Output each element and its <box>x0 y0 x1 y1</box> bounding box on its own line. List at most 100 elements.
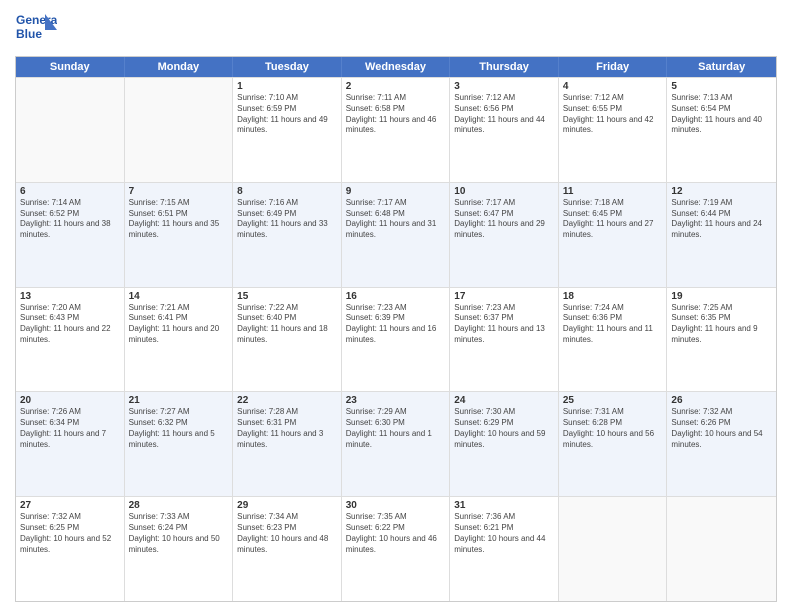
day-number: 3 <box>454 81 554 92</box>
day-number: 18 <box>563 291 663 302</box>
header-day-wednesday: Wednesday <box>342 57 451 77</box>
day-number: 23 <box>346 395 446 406</box>
day-cell-18: 18Sunrise: 7:24 AMSunset: 6:36 PMDayligh… <box>559 288 668 392</box>
cell-info: Sunrise: 7:24 AMSunset: 6:36 PMDaylight:… <box>563 303 663 346</box>
day-cell-9: 9Sunrise: 7:17 AMSunset: 6:48 PMDaylight… <box>342 183 451 287</box>
day-cell-29: 29Sunrise: 7:34 AMSunset: 6:23 PMDayligh… <box>233 497 342 601</box>
calendar-row-3: 20Sunrise: 7:26 AMSunset: 6:34 PMDayligh… <box>16 391 776 496</box>
day-cell-12: 12Sunrise: 7:19 AMSunset: 6:44 PMDayligh… <box>667 183 776 287</box>
calendar-header: SundayMondayTuesdayWednesdayThursdayFrid… <box>16 57 776 77</box>
cell-info: Sunrise: 7:10 AMSunset: 6:59 PMDaylight:… <box>237 93 337 136</box>
day-cell-23: 23Sunrise: 7:29 AMSunset: 6:30 PMDayligh… <box>342 392 451 496</box>
day-number: 31 <box>454 500 554 511</box>
cell-info: Sunrise: 7:25 AMSunset: 6:35 PMDaylight:… <box>671 303 772 346</box>
day-number: 6 <box>20 186 120 197</box>
empty-cell-r0-c0 <box>16 78 125 182</box>
cell-info: Sunrise: 7:34 AMSunset: 6:23 PMDaylight:… <box>237 512 337 555</box>
day-cell-13: 13Sunrise: 7:20 AMSunset: 6:43 PMDayligh… <box>16 288 125 392</box>
day-number: 21 <box>129 395 229 406</box>
cell-info: Sunrise: 7:35 AMSunset: 6:22 PMDaylight:… <box>346 512 446 555</box>
day-cell-8: 8Sunrise: 7:16 AMSunset: 6:49 PMDaylight… <box>233 183 342 287</box>
cell-info: Sunrise: 7:16 AMSunset: 6:49 PMDaylight:… <box>237 198 337 241</box>
cell-info: Sunrise: 7:14 AMSunset: 6:52 PMDaylight:… <box>20 198 120 241</box>
empty-cell-r0-c1 <box>125 78 234 182</box>
header-day-saturday: Saturday <box>667 57 776 77</box>
header-day-friday: Friday <box>559 57 668 77</box>
calendar-row-1: 6Sunrise: 7:14 AMSunset: 6:52 PMDaylight… <box>16 182 776 287</box>
cell-info: Sunrise: 7:26 AMSunset: 6:34 PMDaylight:… <box>20 407 120 450</box>
cell-info: Sunrise: 7:21 AMSunset: 6:41 PMDaylight:… <box>129 303 229 346</box>
calendar-row-2: 13Sunrise: 7:20 AMSunset: 6:43 PMDayligh… <box>16 287 776 392</box>
cell-info: Sunrise: 7:17 AMSunset: 6:47 PMDaylight:… <box>454 198 554 241</box>
day-number: 16 <box>346 291 446 302</box>
day-cell-7: 7Sunrise: 7:15 AMSunset: 6:51 PMDaylight… <box>125 183 234 287</box>
day-cell-6: 6Sunrise: 7:14 AMSunset: 6:52 PMDaylight… <box>16 183 125 287</box>
calendar-row-4: 27Sunrise: 7:32 AMSunset: 6:25 PMDayligh… <box>16 496 776 601</box>
day-number: 10 <box>454 186 554 197</box>
day-cell-14: 14Sunrise: 7:21 AMSunset: 6:41 PMDayligh… <box>125 288 234 392</box>
day-number: 11 <box>563 186 663 197</box>
day-cell-30: 30Sunrise: 7:35 AMSunset: 6:22 PMDayligh… <box>342 497 451 601</box>
day-cell-26: 26Sunrise: 7:32 AMSunset: 6:26 PMDayligh… <box>667 392 776 496</box>
day-number: 17 <box>454 291 554 302</box>
day-number: 1 <box>237 81 337 92</box>
empty-cell-r4-c5 <box>559 497 668 601</box>
day-number: 13 <box>20 291 120 302</box>
calendar-row-0: 1Sunrise: 7:10 AMSunset: 6:59 PMDaylight… <box>16 77 776 182</box>
cell-info: Sunrise: 7:23 AMSunset: 6:37 PMDaylight:… <box>454 303 554 346</box>
header-day-tuesday: Tuesday <box>233 57 342 77</box>
day-cell-17: 17Sunrise: 7:23 AMSunset: 6:37 PMDayligh… <box>450 288 559 392</box>
day-cell-5: 5Sunrise: 7:13 AMSunset: 6:54 PMDaylight… <box>667 78 776 182</box>
day-number: 9 <box>346 186 446 197</box>
cell-info: Sunrise: 7:19 AMSunset: 6:44 PMDaylight:… <box>671 198 772 241</box>
day-cell-24: 24Sunrise: 7:30 AMSunset: 6:29 PMDayligh… <box>450 392 559 496</box>
cell-info: Sunrise: 7:30 AMSunset: 6:29 PMDaylight:… <box>454 407 554 450</box>
day-number: 15 <box>237 291 337 302</box>
day-number: 12 <box>671 186 772 197</box>
day-cell-4: 4Sunrise: 7:12 AMSunset: 6:55 PMDaylight… <box>559 78 668 182</box>
day-number: 2 <box>346 81 446 92</box>
header-day-thursday: Thursday <box>450 57 559 77</box>
day-number: 28 <box>129 500 229 511</box>
day-cell-27: 27Sunrise: 7:32 AMSunset: 6:25 PMDayligh… <box>16 497 125 601</box>
day-cell-11: 11Sunrise: 7:18 AMSunset: 6:45 PMDayligh… <box>559 183 668 287</box>
day-number: 4 <box>563 81 663 92</box>
day-number: 29 <box>237 500 337 511</box>
cell-info: Sunrise: 7:29 AMSunset: 6:30 PMDaylight:… <box>346 407 446 450</box>
day-cell-2: 2Sunrise: 7:11 AMSunset: 6:58 PMDaylight… <box>342 78 451 182</box>
day-number: 7 <box>129 186 229 197</box>
day-number: 30 <box>346 500 446 511</box>
day-cell-1: 1Sunrise: 7:10 AMSunset: 6:59 PMDaylight… <box>233 78 342 182</box>
cell-info: Sunrise: 7:15 AMSunset: 6:51 PMDaylight:… <box>129 198 229 241</box>
day-cell-25: 25Sunrise: 7:31 AMSunset: 6:28 PMDayligh… <box>559 392 668 496</box>
cell-info: Sunrise: 7:31 AMSunset: 6:28 PMDaylight:… <box>563 407 663 450</box>
cell-info: Sunrise: 7:28 AMSunset: 6:31 PMDaylight:… <box>237 407 337 450</box>
header: General Blue <box>15 10 777 48</box>
header-day-monday: Monday <box>125 57 234 77</box>
cell-info: Sunrise: 7:20 AMSunset: 6:43 PMDaylight:… <box>20 303 120 346</box>
cell-info: Sunrise: 7:23 AMSunset: 6:39 PMDaylight:… <box>346 303 446 346</box>
cell-info: Sunrise: 7:11 AMSunset: 6:58 PMDaylight:… <box>346 93 446 136</box>
day-number: 26 <box>671 395 772 406</box>
day-cell-16: 16Sunrise: 7:23 AMSunset: 6:39 PMDayligh… <box>342 288 451 392</box>
svg-text:Blue: Blue <box>16 27 42 41</box>
day-cell-3: 3Sunrise: 7:12 AMSunset: 6:56 PMDaylight… <box>450 78 559 182</box>
day-number: 27 <box>20 500 120 511</box>
day-cell-10: 10Sunrise: 7:17 AMSunset: 6:47 PMDayligh… <box>450 183 559 287</box>
cell-info: Sunrise: 7:17 AMSunset: 6:48 PMDaylight:… <box>346 198 446 241</box>
cell-info: Sunrise: 7:32 AMSunset: 6:25 PMDaylight:… <box>20 512 120 555</box>
day-number: 24 <box>454 395 554 406</box>
day-cell-28: 28Sunrise: 7:33 AMSunset: 6:24 PMDayligh… <box>125 497 234 601</box>
cell-info: Sunrise: 7:13 AMSunset: 6:54 PMDaylight:… <box>671 93 772 136</box>
cell-info: Sunrise: 7:22 AMSunset: 6:40 PMDaylight:… <box>237 303 337 346</box>
cell-info: Sunrise: 7:12 AMSunset: 6:56 PMDaylight:… <box>454 93 554 136</box>
day-number: 22 <box>237 395 337 406</box>
empty-cell-r4-c6 <box>667 497 776 601</box>
day-number: 25 <box>563 395 663 406</box>
day-cell-20: 20Sunrise: 7:26 AMSunset: 6:34 PMDayligh… <box>16 392 125 496</box>
day-number: 20 <box>20 395 120 406</box>
page: General Blue SundayMondayTuesdayWednesda… <box>0 0 792 612</box>
day-number: 14 <box>129 291 229 302</box>
logo-svg: General Blue <box>15 10 57 48</box>
calendar-body: 1Sunrise: 7:10 AMSunset: 6:59 PMDaylight… <box>16 77 776 601</box>
